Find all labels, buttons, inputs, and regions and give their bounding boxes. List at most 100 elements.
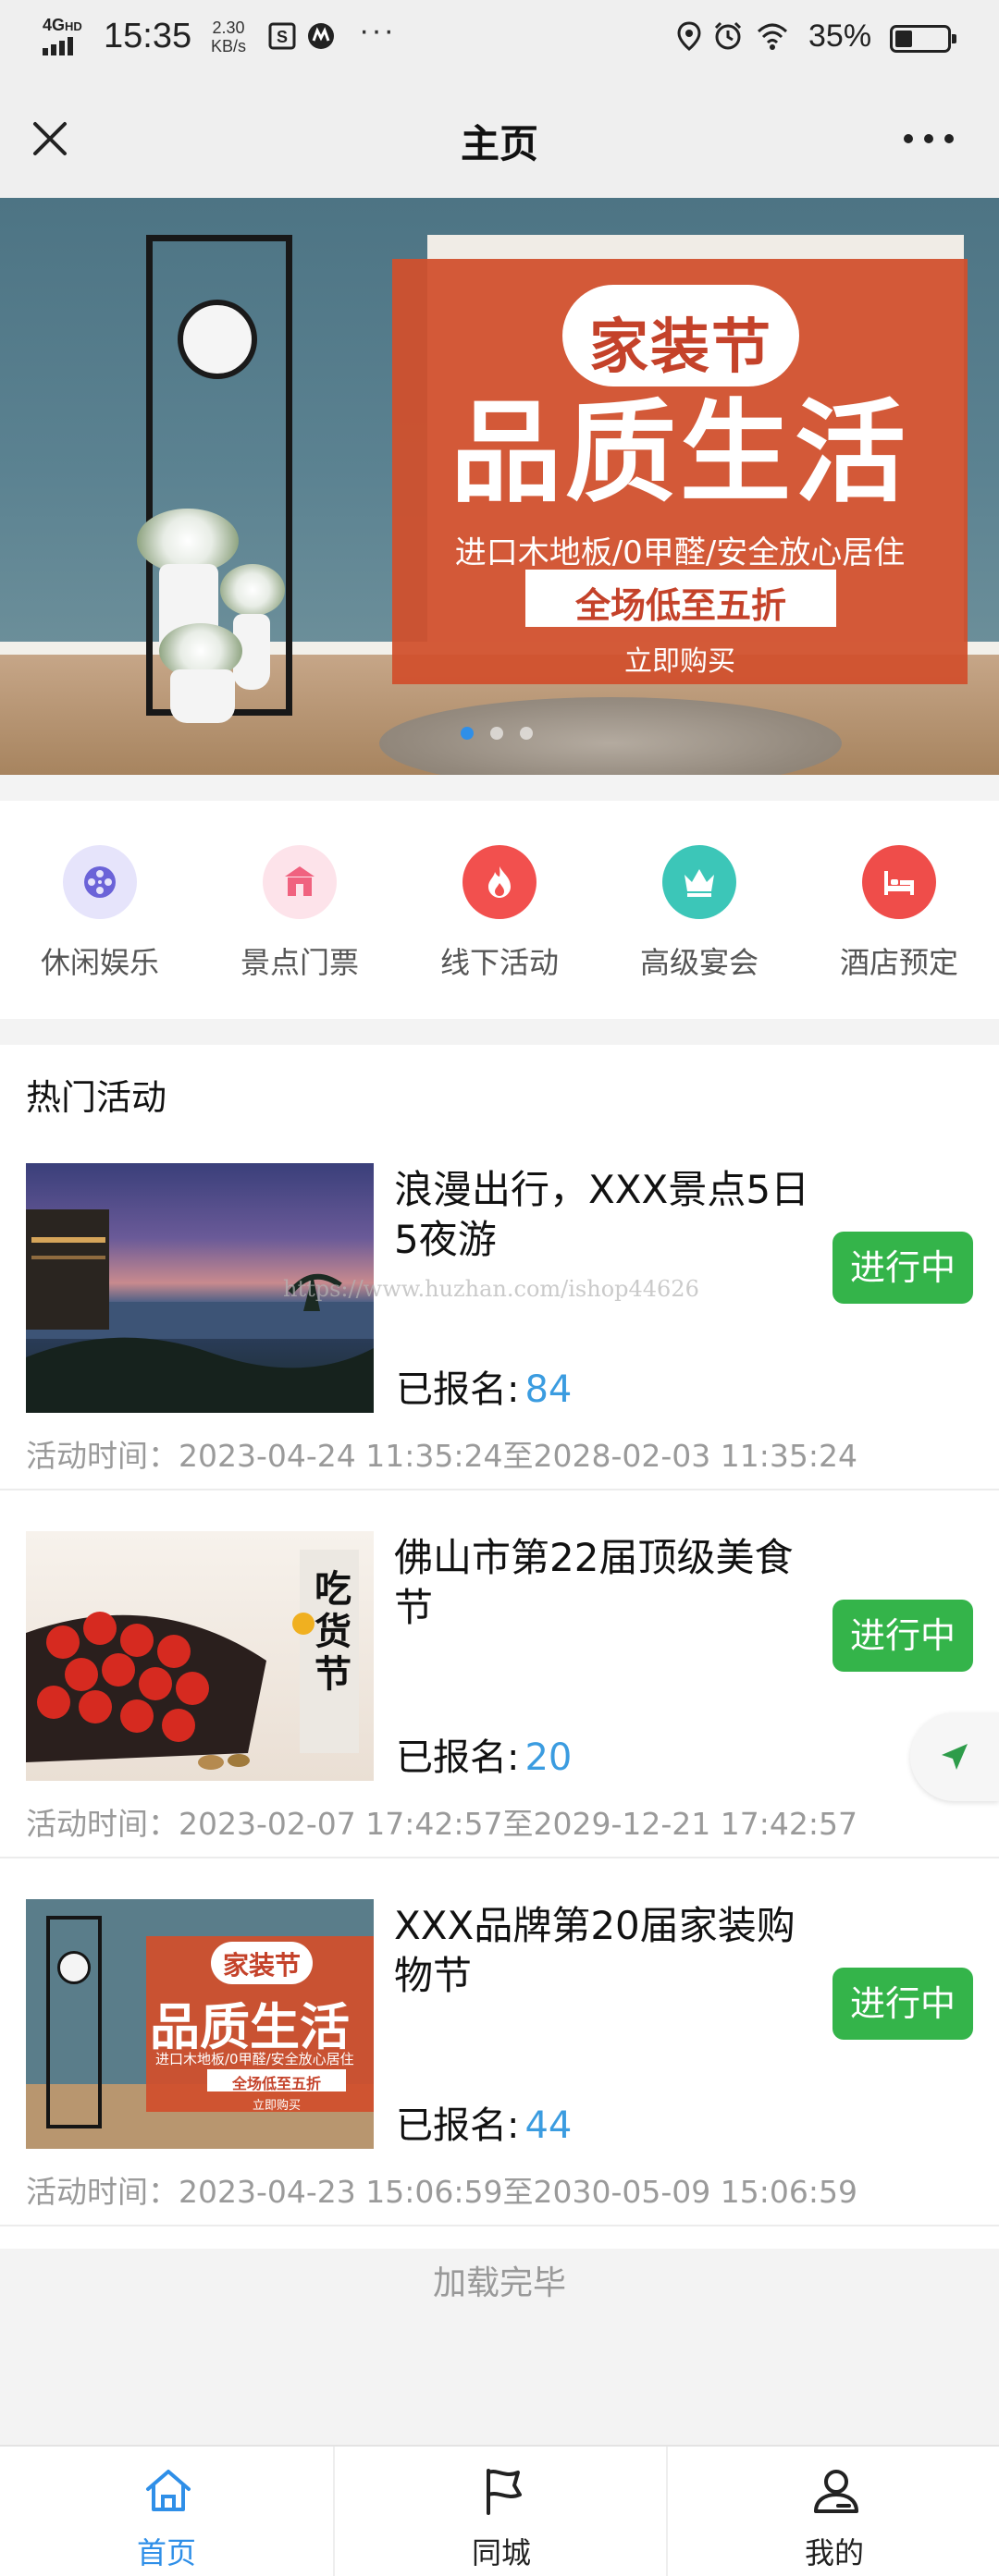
tab-mine[interactable]: 我的 [666, 2447, 999, 2576]
tab-bar: 首页 同城 我的 [0, 2445, 999, 2576]
watermark: https://www.huzhan.com/ishop44626 [283, 1276, 699, 1302]
wifi-icon [757, 23, 788, 50]
signup-label: 已报名: [396, 2104, 520, 2147]
category-label: 线下活动 [439, 945, 559, 980]
decor-subline: 进口木地板/0甲醛/安全放心居住 [155, 2051, 354, 2067]
tab-city[interactable]: 同城 [333, 2447, 666, 2576]
promo-badge: 家装节 [589, 313, 772, 382]
promo-cta[interactable]: 立即购买 [392, 638, 968, 679]
bed-icon [884, 871, 914, 895]
carousel-dots [0, 727, 999, 742]
signal-icon [43, 37, 73, 55]
signup-label: 已报名: [396, 1368, 520, 1411]
network-indicator: 4GHD [43, 17, 82, 55]
signup-count: 已报名: 20 [396, 1727, 572, 1781]
user-icon [814, 2470, 858, 2513]
load-complete-text: 加载完毕 [432, 2264, 566, 2302]
sim-icon: S [268, 22, 296, 50]
navigation-arrow-icon [942, 1744, 968, 1770]
signup-label: 已报名: [396, 1736, 520, 1779]
activity-card-1[interactable]: 浪漫出行，XXX景点5日5夜游 进行中 已报名: 84 活动时间：2023-04-… [0, 1122, 999, 1490]
category-hotel[interactable]: 酒店预定 [799, 801, 999, 1019]
category-icon-bg [263, 845, 337, 919]
category-icon-bg [662, 845, 736, 919]
carousel-dot-2[interactable] [490, 727, 503, 740]
flag-icon [487, 2469, 522, 2515]
more-icon[interactable] [901, 128, 956, 150]
decor-mirror-frame [46, 1916, 102, 2128]
category-banquet[interactable]: 高级宴会 [599, 801, 799, 1019]
category-label: 休闲娱乐 [40, 945, 159, 980]
banner-flowers-2 [220, 564, 285, 616]
carousel-dot-1[interactable] [461, 727, 474, 740]
network-speed: 2.30 KB/s [211, 18, 246, 55]
tab-label: 我的 [804, 2535, 864, 2570]
home-icon [146, 2470, 191, 2511]
promo-subline: 进口木地板/0甲醛/安全放心居住 [454, 534, 906, 571]
category-label: 酒店预定 [839, 945, 958, 980]
activity-card-2[interactable]: 吃货节 佛山市第22届顶级美食节 进行中 已报名: 20 活动时间：2023-02… [0, 1490, 999, 1858]
app-notification-icon [308, 23, 334, 49]
svg-text:S: S [277, 28, 288, 46]
signup-count: 已报名: 44 [396, 2095, 572, 2149]
activity-title: 佛山市第22届顶级美食节 [394, 1535, 794, 1630]
decor-mirror [57, 1951, 91, 1984]
speed-unit: KB/s [211, 37, 247, 55]
film-reel-icon [84, 866, 116, 898]
banner-mirror [178, 300, 257, 379]
clock: 15:35 [104, 17, 192, 55]
decor-discount: 全场低至五折 [231, 2075, 321, 2092]
category-label: 景点门票 [240, 945, 359, 980]
category-icon-bg [862, 845, 936, 919]
app-root: 4GHD 15:35 2.30 KB/s S ··· 35% 主页 家装节 品质… [0, 0, 999, 2576]
alarm-icon [714, 21, 742, 50]
promo-discount: 全场低至五折 [574, 585, 786, 626]
flame-icon [488, 866, 511, 898]
carousel-dot-3[interactable] [520, 727, 533, 740]
category-icon-bg [63, 845, 137, 919]
banner-carousel[interactable]: 家装节 品质生活 进口木地板/0甲醛/安全放心居住 全场低至五折 立即购买 [0, 198, 999, 775]
category-leisure[interactable]: 休闲娱乐 [0, 801, 200, 1019]
decor-badge: 家装节 [222, 1950, 301, 1981]
battery-icon [890, 25, 956, 53]
activity-card-3[interactable]: 家装节 品质生活 进口木地板/0甲醛/安全放心居住 全场低至五折 立即购买 XX… [0, 1858, 999, 2226]
locate-button[interactable] [910, 1712, 999, 1801]
category-grid: 休闲娱乐 景点门票 线下活动 高级宴会 酒店预定 [0, 801, 999, 1019]
section-title: 热门活动 [26, 1077, 167, 1118]
speed-value: 2.30 [212, 18, 245, 37]
signup-number: 20 [524, 1736, 573, 1779]
tab-label: 同城 [471, 2535, 531, 2570]
category-icon-bg [462, 845, 536, 919]
decor-cta: 立即购买 [252, 2099, 301, 2113]
hot-activities-section: 热门活动 浪漫出行，XXX景点5日5夜游 进行中 已报名: 84 活动时间：202 [0, 1045, 999, 2249]
category-offline-events[interactable]: 线下活动 [400, 801, 599, 1019]
status-badge[interactable]: 进行中 [832, 1232, 973, 1304]
tab-label: 首页 [136, 2535, 196, 2570]
crown-icon [684, 869, 714, 897]
activity-title: 浪漫出行，XXX景点5日5夜游 [394, 1167, 810, 1262]
signup-number: 44 [524, 2104, 573, 2147]
network-sub: HD [65, 19, 82, 33]
more-notifications: ··· [359, 13, 396, 48]
activity-time: 活动时间：2023-04-24 11:35:24至2028-02-03 11:3… [26, 1438, 857, 1474]
status-badge[interactable]: 进行中 [832, 1600, 973, 1672]
category-label: 高级宴会 [639, 945, 758, 980]
status-bar: 4GHD 15:35 2.30 KB/s S ··· 35% [0, 0, 999, 80]
signup-count: 已报名: 84 [396, 1359, 572, 1413]
activity-thumbnail: 吃货节 [26, 1531, 374, 1781]
temple-icon [285, 866, 314, 896]
food-poster-text: 吃货节 [314, 1567, 352, 1696]
promo-headline: 品质生活 [450, 387, 909, 518]
tab-home[interactable]: 首页 [0, 2447, 333, 2576]
banner-vase-3 [170, 669, 235, 723]
battery-percent: 35% [808, 18, 872, 54]
page-title: 主页 [460, 121, 538, 166]
activity-thumbnail: 家装节 品质生活 进口木地板/0甲醛/安全放心居住 全场低至五折 立即购买 [26, 1899, 374, 2149]
status-badge[interactable]: 进行中 [832, 1968, 973, 2040]
activity-title: XXX品牌第20届家装购物节 [394, 1903, 796, 1998]
category-tickets[interactable]: 景点门票 [200, 801, 400, 1019]
activity-time: 活动时间：2023-02-07 17:42:57至2029-12-21 17:4… [26, 1806, 857, 1842]
network-type: 4G [43, 16, 66, 34]
signup-number: 84 [524, 1368, 573, 1411]
activity-time: 活动时间：2023-04-23 15:06:59至2030-05-09 15:0… [26, 2174, 857, 2210]
